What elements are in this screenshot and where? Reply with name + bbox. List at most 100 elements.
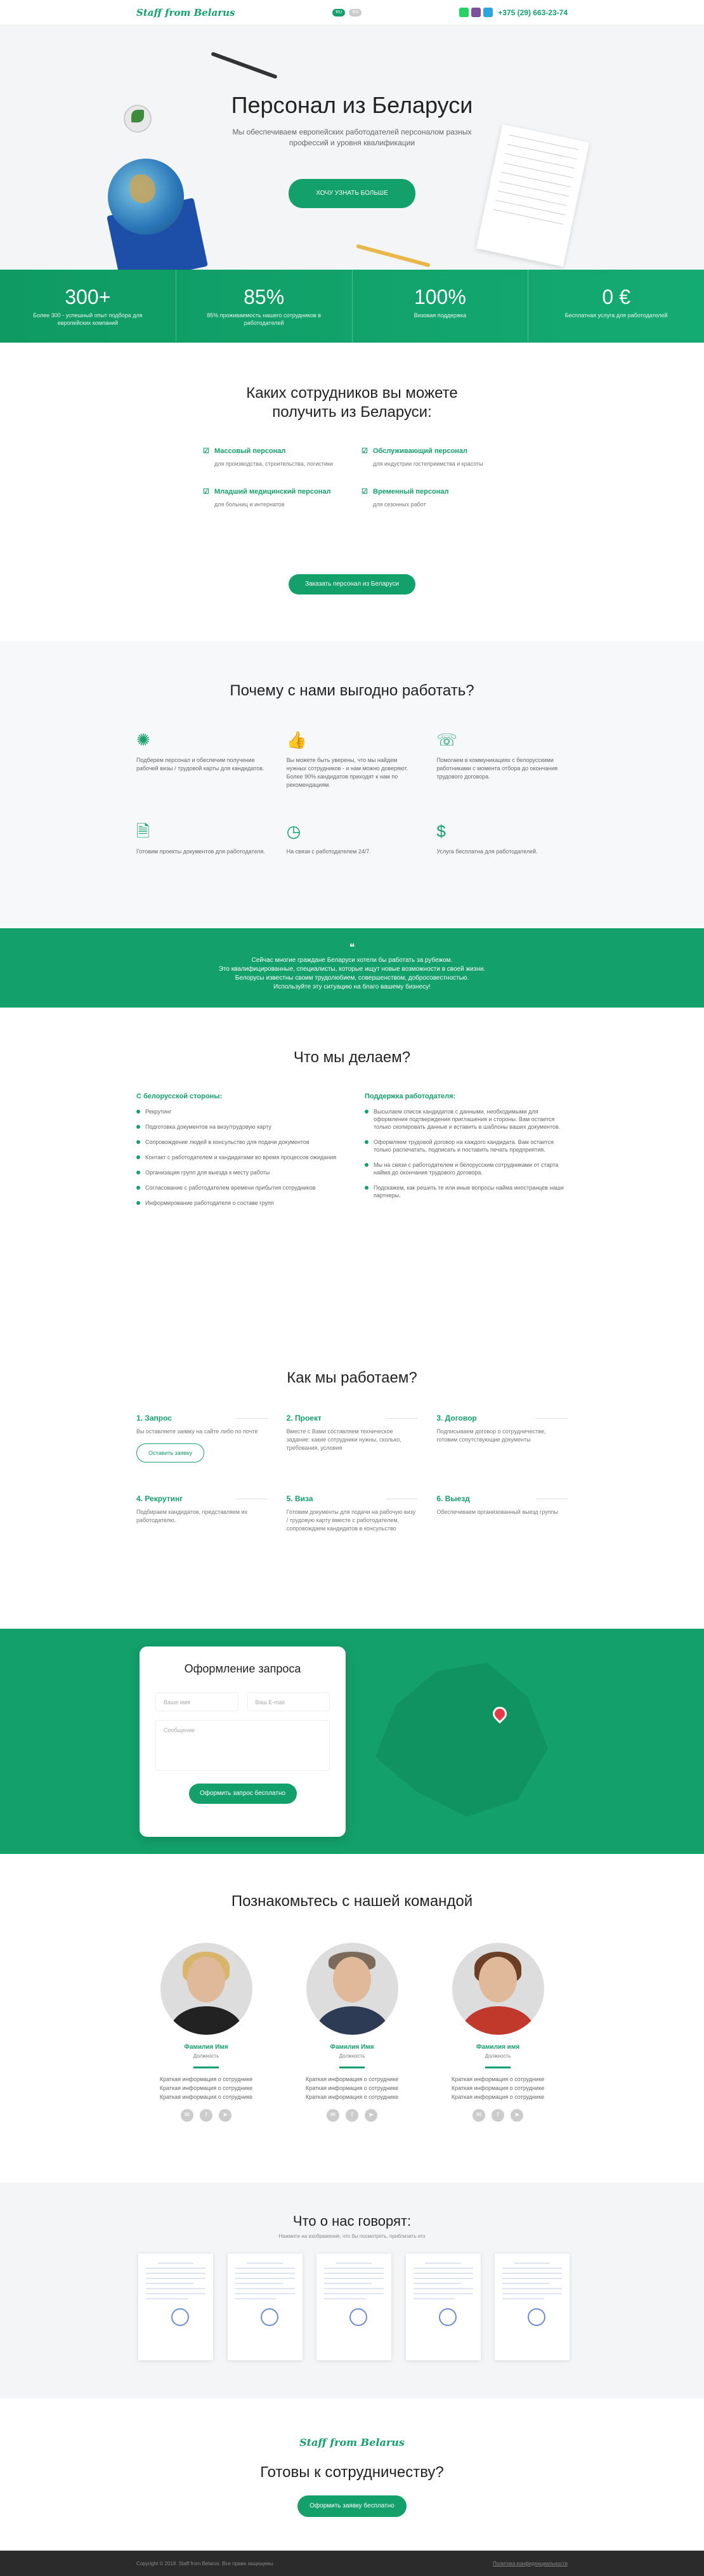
column-title: С белорусской стороны: xyxy=(136,1093,223,1100)
staff-type-name: Массовый персонал xyxy=(203,447,342,455)
step-text: Вместе с Вами составляем техническое зад… xyxy=(286,1428,401,1451)
stat-text: Бесплатная услуга для работодателей xyxy=(564,312,668,319)
facebook-icon[interactable]: f xyxy=(492,2109,504,2122)
pen-image xyxy=(211,51,278,79)
member-name: Фамилия Имя xyxy=(330,2044,374,2051)
stat-item: 100% Визовая поддержка xyxy=(353,270,529,343)
stat-text: Визовая поддержка xyxy=(414,312,467,319)
list-item: Высылаем список кандидатов с данными, не… xyxy=(365,1108,568,1131)
staff-types-section: Каких сотрудников вы можете получить из … xyxy=(0,384,704,422)
staff-type-name: Обслуживающий персонал xyxy=(362,447,501,455)
header: Staff from Belarus RU EN +375 (29) 663-2… xyxy=(0,0,704,25)
reviews-heading: Что о нас говорят: Нажмите на изображени… xyxy=(0,2213,704,2239)
member-info: Краткая информация о сотруднике xyxy=(451,2094,545,2100)
phone-link[interactable]: +375 (29) 663-23-74 xyxy=(498,8,568,17)
submit-request-button[interactable]: Оформить запрос бесплатно xyxy=(188,1784,297,1804)
review-letter-thumbnail[interactable] xyxy=(316,2254,391,2360)
whatsapp-icon[interactable] xyxy=(459,8,469,17)
member-position: Должность xyxy=(339,2053,365,2059)
member-info: Краткая информация о сотруднике xyxy=(159,2076,253,2082)
facebook-icon[interactable]: f xyxy=(346,2109,358,2122)
section-title: Каких сотрудников вы можете получить из … xyxy=(246,384,458,421)
review-letters xyxy=(138,2254,570,2360)
review-letter-thumbnail[interactable] xyxy=(405,2254,481,2360)
message-textarea[interactable]: Сообщение xyxy=(155,1720,330,1771)
member-info: Краткая информация о сотруднике xyxy=(305,2076,399,2082)
step-text: Подписываем договор о сотрудничестве, го… xyxy=(436,1428,546,1443)
stat-value: 85% xyxy=(244,286,285,308)
stat-item: 85% 85% проживаемость нашего сотрудников … xyxy=(176,270,353,343)
review-letter-thumbnail[interactable] xyxy=(495,2254,570,2360)
cta-section: Staff from Belarus Готовы к сотрудничест… xyxy=(0,2402,704,2517)
step-item: 2. Проект Вместе с Вами составляем технич… xyxy=(287,1414,418,1462)
learn-more-button[interactable]: ХОЧУ УЗНАТЬ БОЛЬШЕ xyxy=(289,179,415,208)
step-title: 5. Виза xyxy=(287,1494,418,1503)
team-section: Познакомьтесь с нашей командой xyxy=(0,1893,704,1910)
telegram-icon[interactable]: ➤ xyxy=(219,2109,231,2122)
privacy-policy-link[interactable]: Политика конфиденциальности xyxy=(493,2561,568,2566)
mail-icon[interactable]: ✉ xyxy=(181,2109,193,2122)
globe-image xyxy=(108,159,184,235)
telegram-icon[interactable]: ➤ xyxy=(365,2109,377,2122)
why-item: $ Услуга бесплатна для работодателей. xyxy=(436,821,568,856)
name-input[interactable]: Ваше имя xyxy=(155,1692,238,1711)
column-title: Поддержка работодателя: xyxy=(365,1093,456,1100)
step-item: 5. Виза Готовим документы для подачи на р… xyxy=(287,1494,418,1533)
money-hand-icon: $ xyxy=(436,822,446,841)
facebook-icon[interactable]: f xyxy=(200,2109,212,2122)
viber-icon[interactable] xyxy=(471,8,481,17)
band-line: Белорусы известны своим трудолюбием, сов… xyxy=(235,975,469,982)
review-letter-thumbnail[interactable] xyxy=(227,2254,303,2360)
band-line: Сейчас многие граждане Беларуси хотели б… xyxy=(251,957,453,964)
why-text: На связи с работодателем 24/7. xyxy=(286,848,371,855)
lang-en-button[interactable]: EN xyxy=(349,8,362,16)
list-item: Рекрутинг xyxy=(136,1108,339,1115)
staff-type-desc: для индустрии гостеприимства и красоты xyxy=(373,461,483,467)
lang-ru-button[interactable]: RU xyxy=(332,8,346,16)
why-text: Услуга бесплатна для работодателей. xyxy=(436,848,538,855)
quote-band: ❝ Сейчас многие граждане Беларуси хотели… xyxy=(0,928,704,1008)
member-info: Краткая информация о сотруднике xyxy=(451,2085,545,2091)
staff-type-desc: для производства, строительства, логисти… xyxy=(214,461,333,467)
steps-grid: 1. Запрос Вы оставляете заявку на сайте л… xyxy=(136,1414,568,1533)
mail-icon[interactable]: ✉ xyxy=(327,2109,339,2122)
review-letter-thumbnail[interactable] xyxy=(138,2254,213,2360)
member-position: Должность xyxy=(193,2053,219,2059)
staff-type-item: Младший медицинский персонал для больниц … xyxy=(203,487,342,508)
step-title: 3. Договор xyxy=(436,1414,568,1423)
why-item: 👍 Вы можете быть уверены, что мы найдем н… xyxy=(287,730,418,789)
member-info: Краткая информация о сотруднике xyxy=(159,2085,253,2091)
logo[interactable]: Staff from Belarus xyxy=(136,7,235,18)
cta-title: Готовы к сотрудничеству? xyxy=(260,2464,444,2481)
quote-icon: ❝ xyxy=(349,942,355,953)
staff-types-grid: Массовый персонал для производства, строи… xyxy=(203,447,501,508)
member-info: Краткая информация о сотруднике xyxy=(159,2094,253,2100)
team-member: Фамилия Имя Должность Краткая информация… xyxy=(295,1943,409,2122)
footer: Copyright © 2018. Staff from Belarus. Вс… xyxy=(0,2551,704,2576)
step-item: 4. Рекрутинг Подбираем кандидатов, предст… xyxy=(136,1494,268,1533)
employer-support-column: Поддержка работодателя: Высылаем список … xyxy=(365,1093,568,1214)
list-item: Подготовка документов на визу/трудовую к… xyxy=(136,1123,339,1131)
staff-type-item: Временный персонал для сезонных работ xyxy=(362,487,501,508)
email-input[interactable]: Ваш E-mail xyxy=(247,1692,330,1711)
mail-icon[interactable]: ✉ xyxy=(473,2109,485,2122)
step-text: Готовим документы для подачи на рабочую … xyxy=(286,1509,416,1532)
list-item: Оформляем трудовой договор на каждого ка… xyxy=(365,1138,568,1153)
cta-request-button[interactable]: Оформить заявку бесплатно xyxy=(297,2495,407,2517)
step-item: 6. Выезд Обеспечиваем организованный выез… xyxy=(436,1494,568,1533)
what-we-do-section: Что мы делаем? xyxy=(0,1049,704,1067)
thumbs-up-icon: 👍 xyxy=(286,730,308,749)
telegram-icon[interactable]: ➤ xyxy=(511,2109,523,2122)
telegram-icon[interactable] xyxy=(483,8,493,17)
team-members: Фамилия Имя Должность Краткая информация… xyxy=(149,1943,555,2122)
stat-value: 0 € xyxy=(602,286,630,308)
list-item: Мы на связи с работодателем и белорусски… xyxy=(365,1161,568,1176)
why-text: Готовим проекты документов для работодат… xyxy=(136,848,265,855)
belarus-side-column: С белорусской стороны: Рекрутинг Подгото… xyxy=(136,1093,339,1214)
order-staff-button[interactable]: Заказать персонал из Беларуси xyxy=(289,574,415,595)
stat-item: 300+ Более 300 - успешный опыт подбора дл… xyxy=(0,270,176,343)
why-item: ◷ На связи с работодателем 24/7. xyxy=(287,821,418,856)
avatar xyxy=(160,1943,252,2035)
leave-request-button[interactable]: Оставить заявку xyxy=(136,1443,204,1462)
notebook-image xyxy=(476,124,590,267)
